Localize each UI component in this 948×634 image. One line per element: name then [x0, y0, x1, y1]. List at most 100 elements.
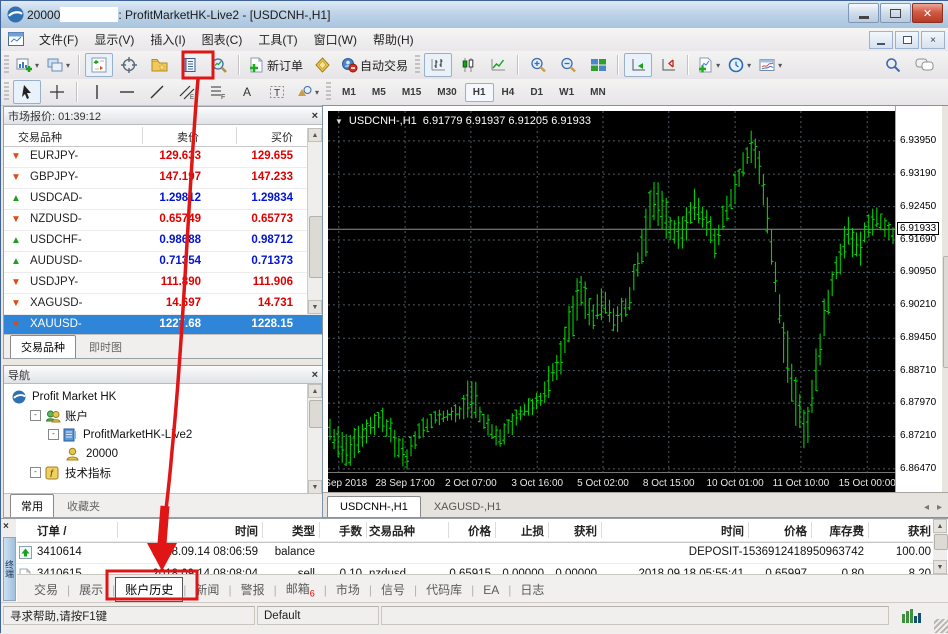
chart-tabs-left-icon[interactable]: ◂ — [924, 502, 929, 513]
market-watch-row[interactable]: ▲USDCHF-0.986880.98712 — [4, 231, 322, 252]
terminal-tab-10[interactable]: 日志 — [511, 578, 553, 601]
close-button[interactable]: ✕ — [912, 3, 943, 23]
terminal-column-10[interactable]: 库存费 — [812, 523, 864, 539]
market-watch-row[interactable]: ▼NZDUSD-0.657490.65773 — [4, 210, 322, 231]
search-button[interactable] — [885, 57, 901, 78]
terminal-column-2[interactable]: 类型 — [263, 523, 315, 539]
text-tool[interactable]: A — [233, 80, 261, 104]
zoom-in-button[interactable] — [524, 53, 552, 77]
terminal-tab-0[interactable]: 交易 — [25, 578, 67, 601]
terminal-toggle[interactable] — [175, 53, 203, 77]
menu-item-0[interactable]: 文件(F) — [31, 28, 86, 51]
terminal-column-1[interactable]: 时间 — [115, 523, 258, 539]
navigator-item-2[interactable]: -ProfitMarketHK-Live2 — [4, 425, 322, 444]
chart-tab-0[interactable]: USDCNH-,H1 — [327, 496, 421, 517]
new-order-button[interactable]: 新订单 — [245, 53, 306, 77]
mdi-close-button[interactable]: × — [921, 31, 945, 49]
timeframe-m1[interactable]: M1 — [334, 83, 364, 102]
column-separator[interactable] — [366, 522, 367, 538]
navigator-tab-1[interactable]: 收藏夹 — [56, 494, 111, 517]
menu-item-3[interactable]: 图表(C) — [194, 28, 251, 51]
market-watch-row[interactable]: ▲AUDUSD-0.713540.71373 — [4, 252, 322, 273]
market-watch-row[interactable]: ▼USDJPY-111.890111.906 — [4, 273, 322, 294]
navigator-item-3[interactable]: 20000 — [4, 444, 322, 463]
terminal-column-6[interactable]: 止损 — [496, 523, 544, 539]
column-symbol[interactable]: 交易品种 — [18, 129, 62, 145]
toolbar-grip[interactable] — [4, 55, 9, 75]
market-watch-row[interactable]: ▼XAGUSD-14.69714.731 — [4, 294, 322, 315]
terminal-vertical-title[interactable]: 终端 — [3, 537, 16, 601]
market-watch-toggle[interactable] — [85, 53, 113, 77]
data-window-button[interactable] — [115, 53, 143, 77]
terminal-column-11[interactable]: 获利 — [869, 523, 931, 539]
mdi-minimize-button[interactable] — [869, 31, 893, 49]
terminal-column-9[interactable]: 价格 — [749, 523, 807, 539]
crosshair-tool-button[interactable] — [43, 80, 71, 104]
column-sell[interactable]: 卖价 — [177, 129, 199, 145]
auto-scroll-button[interactable] — [624, 53, 652, 77]
cursor-tool-button[interactable] — [13, 80, 41, 104]
terminal-close-icon[interactable]: × — [3, 521, 9, 532]
chart-menu-icon[interactable]: ▼ — [335, 117, 343, 126]
navigator-tab-0[interactable]: 常用 — [10, 494, 54, 517]
zoom-out-button[interactable] — [554, 53, 582, 77]
terminal-tab-9[interactable]: EA — [474, 580, 508, 600]
indicators-button[interactable]: ▾ — [694, 53, 723, 77]
menu-item-4[interactable]: 工具(T) — [250, 28, 305, 51]
autotrading-button[interactable]: 自动交易 — [338, 53, 411, 77]
resize-grip[interactable] — [934, 619, 948, 633]
timeframe-h4[interactable]: H4 — [494, 83, 523, 102]
restore-button[interactable] — [880, 3, 911, 23]
terminal-tab-5[interactable]: 邮箱6 — [277, 577, 324, 601]
terminal-scrollbar[interactable]: ▲ ▼ — [933, 519, 947, 574]
terminal-column-0[interactable]: 订单 / — [37, 523, 113, 539]
shapes-tool[interactable]: ▾ — [293, 80, 322, 104]
terminal-tab-8[interactable]: 代码库 — [417, 578, 471, 601]
terminal-row-0[interactable]: 34106142018.09.14 08:06:59balance100.00D… — [17, 542, 933, 564]
menu-item-5[interactable]: 窗口(W) — [306, 28, 365, 51]
timeframe-mn[interactable]: MN — [582, 83, 614, 102]
column-buy[interactable]: 买价 — [271, 129, 293, 145]
candlestick-mode-button[interactable] — [454, 53, 482, 77]
terminal-column-8[interactable]: 时间 — [602, 523, 744, 539]
terminal-tab-2[interactable]: 账户历史 — [115, 577, 183, 602]
chart-scrollbar[interactable] — [942, 106, 948, 495]
toolbar-grip[interactable] — [326, 82, 331, 102]
terminal-column-7[interactable]: 获利 — [549, 523, 597, 539]
menu-item-1[interactable]: 显示(V) — [86, 28, 142, 51]
line-chart-mode-button[interactable] — [484, 53, 512, 77]
minimize-button[interactable] — [848, 3, 879, 23]
chart-tabs-right-icon[interactable]: ▸ — [937, 502, 942, 513]
status-profile[interactable]: Default — [257, 606, 379, 625]
profiles-button[interactable]: ▾ — [44, 53, 73, 77]
market-watch-row[interactable]: ▼XAUUSD-1227.681228.15 — [4, 315, 322, 336]
timeframe-h1[interactable]: H1 — [465, 83, 494, 102]
navigator-item-4[interactable]: -f技术指标 — [4, 463, 322, 482]
horizontal-line-tool[interactable] — [113, 80, 141, 104]
tree-expander-icon[interactable]: - — [30, 467, 41, 478]
fibonacci-tool[interactable]: F — [203, 80, 231, 104]
terminal-tab-4[interactable]: 警报 — [232, 578, 274, 601]
trendline-tool[interactable] — [143, 80, 171, 104]
market-watch-close-icon[interactable]: × — [312, 111, 318, 121]
chart-shift-button[interactable] — [654, 53, 682, 77]
terminal-tab-3[interactable]: 新闻 — [186, 578, 228, 601]
bar-chart-mode-button[interactable] — [424, 53, 452, 77]
chat-button[interactable] — [915, 57, 935, 78]
chart-plot[interactable]: ▼ USDCNH-,H1 6.91779 6.91937 6.91205 6.9… — [328, 111, 895, 472]
terminal-tab-1[interactable]: 展示 — [70, 578, 112, 601]
navigator-item-0[interactable]: Profit Market HK — [4, 387, 322, 406]
terminal-column-4[interactable]: 交易品种 — [369, 523, 444, 539]
market-watch-row[interactable]: ▼GBPJPY-147.197147.233 — [4, 168, 322, 189]
timeframe-d1[interactable]: D1 — [522, 83, 551, 102]
toolbar-grip[interactable] — [415, 55, 420, 75]
price-axis[interactable]: 6.939506.931906.924506.916906.909506.902… — [895, 106, 943, 495]
tree-expander-icon[interactable]: - — [48, 429, 59, 440]
navigator-toggle[interactable] — [145, 53, 173, 77]
terminal-tab-6[interactable]: 市场 — [327, 578, 369, 601]
timeframe-w1[interactable]: W1 — [551, 83, 582, 102]
tile-windows-button[interactable] — [584, 53, 612, 77]
terminal-tab-7[interactable]: 信号 — [372, 578, 414, 601]
strategy-tester-button[interactable] — [205, 53, 233, 77]
timeframe-m30[interactable]: M30 — [429, 83, 464, 102]
